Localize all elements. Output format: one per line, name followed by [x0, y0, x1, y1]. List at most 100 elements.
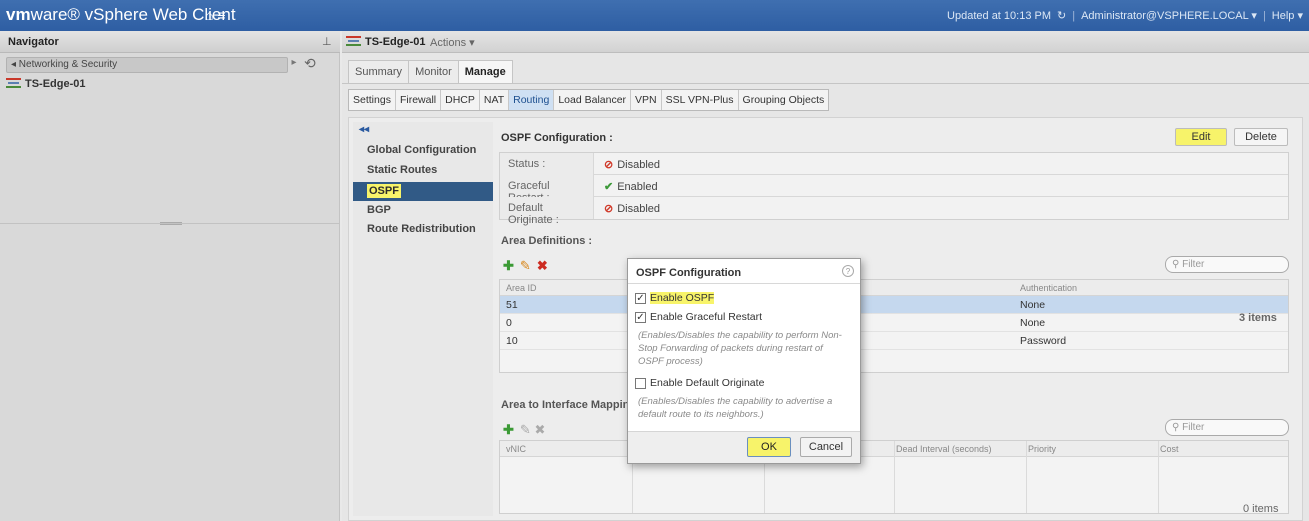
dialog-divider [628, 283, 860, 284]
ospf-config-title: OSPF Configuration : [501, 132, 613, 144]
home-menu-icon[interactable]: ⌂ ≡ [205, 7, 226, 23]
area-definitions-title: Area Definitions : [501, 235, 593, 247]
subtab-vpn[interactable]: VPN [631, 90, 662, 110]
column-divider [1158, 441, 1159, 513]
default-originate-note: (Enables/Disables the capability to adve… [638, 396, 833, 420]
ok-button[interactable]: OK [747, 437, 791, 457]
refresh-icon[interactable]: ↻ [1057, 9, 1066, 22]
config-value: ⊘ Disabled [604, 159, 661, 171]
menu-route-redistribution[interactable]: Route Redistribution [367, 223, 476, 235]
table-row[interactable]: 0 None [500, 314, 1288, 332]
config-label: Graceful Restart : [500, 175, 594, 204]
delete-icon[interactable]: ✖ [537, 258, 548, 273]
edge-gateway-icon [346, 36, 361, 46]
object-header: TS-Edge-01 Actions ▾ [342, 31, 1309, 53]
menu-static-routes[interactable]: Static Routes [367, 164, 437, 176]
edit-icon[interactable]: ✎ [520, 258, 531, 273]
menu-bgp[interactable]: BGP [367, 204, 391, 216]
navigator-back-button[interactable]: ◂ Networking & Security [6, 57, 288, 73]
area-filter-input[interactable]: ⚲ Filter [1165, 256, 1289, 273]
subtab-settings[interactable]: Settings [349, 90, 396, 110]
config-label: Default Originate : [500, 197, 594, 226]
subtab-dhcp[interactable]: DHCP [441, 90, 480, 110]
mapping-filter-input[interactable]: ⚲ Filter [1165, 419, 1289, 436]
user-menu[interactable]: Administrator@VSPHERE.LOCAL ▾ [1081, 9, 1257, 22]
add-icon[interactable]: ✚ [503, 422, 514, 437]
table-row[interactable]: 51 None [500, 296, 1288, 314]
subtab-routing[interactable]: Routing [509, 90, 555, 110]
column-authentication[interactable]: Authentication [1020, 283, 1077, 293]
enable-default-originate-label[interactable]: Enable Default Originate [650, 377, 764, 389]
column-priority[interactable]: Priority [1028, 444, 1056, 454]
subtab-ssl-vpn-plus[interactable]: SSL VPN-Plus [662, 90, 739, 110]
top-bar: vmware® vSphere Web Client ⌂ ≡ Updated a… [0, 0, 1309, 31]
disabled-icon: ⊘ [604, 203, 614, 215]
column-vnic[interactable]: vNIC [506, 444, 526, 454]
separator: | [1072, 9, 1076, 22]
app-brand: vmware® vSphere Web Client [6, 5, 236, 24]
separator: | [1262, 9, 1266, 22]
tab-summary[interactable]: Summary [348, 60, 410, 83]
resize-grip[interactable] [160, 222, 182, 225]
dialog-title: OSPF Configuration [636, 267, 742, 279]
search-icon: ⚲ [1172, 422, 1183, 433]
nav-item-edge[interactable]: TS-Edge-01 [6, 78, 86, 90]
tabs-divider [342, 83, 1309, 84]
grid-header: Area ID Authentication [500, 280, 1288, 296]
object-title: TS-Edge-01 [346, 36, 426, 48]
interface-mapping-title: Area to Interface Mapping : [501, 399, 643, 411]
add-icon[interactable]: ✚ [503, 258, 514, 273]
tab-manage[interactable]: Manage [457, 60, 513, 83]
table-row[interactable]: 10 Password [500, 332, 1288, 350]
edit-button[interactable]: Edit [1175, 128, 1227, 146]
actions-menu[interactable]: Actions ▾ [430, 36, 475, 49]
column-area-id[interactable]: Area ID [506, 283, 537, 293]
interface-mapping-grid: vNIC Dead Interval (seconds) Priority Co… [499, 440, 1289, 514]
mapping-item-count: 0 items [1243, 503, 1279, 515]
column-dead-interval[interactable]: Dead Interval (seconds) [896, 444, 992, 454]
subtab-firewall[interactable]: Firewall [396, 90, 442, 110]
column-cost[interactable]: Cost [1160, 444, 1179, 454]
help-icon[interactable]: ? [842, 265, 854, 277]
edge-gateway-icon [6, 78, 21, 88]
config-row-status: Status : ⊘ Disabled [500, 153, 1288, 175]
enable-default-originate-checkbox[interactable] [635, 378, 646, 389]
config-value: ✔ Enabled [604, 181, 658, 193]
tab-monitor[interactable]: Monitor [408, 60, 459, 83]
pin-icon[interactable]: ⊥ [322, 35, 332, 48]
area-item-count: 3 items [1239, 312, 1277, 324]
subtab-grouping-objects[interactable]: Grouping Objects [739, 90, 829, 110]
collapse-icon[interactable]: ◂◂ [359, 124, 369, 135]
forward-arrow-icon[interactable]: ▸ [287, 57, 301, 73]
navigator-panel: Navigator ⊥ ◂ Networking & Security ▸ ⟲ … [0, 31, 340, 521]
sub-tabs: Settings Firewall DHCP NAT Routing Load … [348, 89, 830, 111]
menu-global-configuration[interactable]: Global Configuration [367, 144, 476, 156]
mapping-toolbar: ✚ ✎ ✖ [503, 422, 545, 438]
config-label: Status : [500, 153, 594, 175]
enable-ospf-label[interactable]: Enable OSPF [650, 292, 715, 304]
area-toolbar: ✚ ✎ ✖ [503, 258, 548, 274]
edit-icon: ✎ [519, 422, 531, 437]
history-icon[interactable]: ⟲ [304, 55, 316, 72]
menu-ospf[interactable]: OSPF [353, 182, 493, 201]
delete-button[interactable]: Delete [1234, 128, 1288, 146]
column-divider [894, 441, 895, 513]
area-definitions-grid: Area ID Authentication 51 None 0 None 10… [499, 279, 1289, 373]
cancel-button[interactable]: Cancel [800, 437, 852, 457]
enable-graceful-restart-label[interactable]: Enable Graceful Restart [650, 311, 762, 323]
config-row-graceful-restart: Graceful Restart : ✔Enabled [500, 175, 1288, 204]
enable-ospf-checkbox[interactable]: ✓ [635, 293, 646, 304]
disabled-icon: ⊘ [604, 159, 614, 171]
subtab-load-balancer[interactable]: Load Balancer [554, 90, 632, 110]
navigator-header: Navigator ⊥ [0, 31, 340, 53]
help-menu[interactable]: Help ▾ [1272, 9, 1303, 22]
subtab-nat[interactable]: NAT [480, 90, 510, 110]
ospf-config-table: Status : ⊘Disabled Graceful Restart : ✔E… [499, 152, 1289, 226]
updated-time: Updated at 10:13 PM [947, 9, 1052, 22]
top-right-area: Updated at 10:13 PM ↻ | Administrator@VS… [947, 9, 1303, 23]
ospf-pane: OSPF Configuration : Edit Delete Status … [499, 122, 1299, 516]
enable-graceful-restart-checkbox[interactable]: ✓ [635, 312, 646, 323]
column-divider [1026, 441, 1027, 513]
navigator-title: Navigator [8, 36, 59, 48]
search-icon: ⚲ [1172, 259, 1183, 270]
